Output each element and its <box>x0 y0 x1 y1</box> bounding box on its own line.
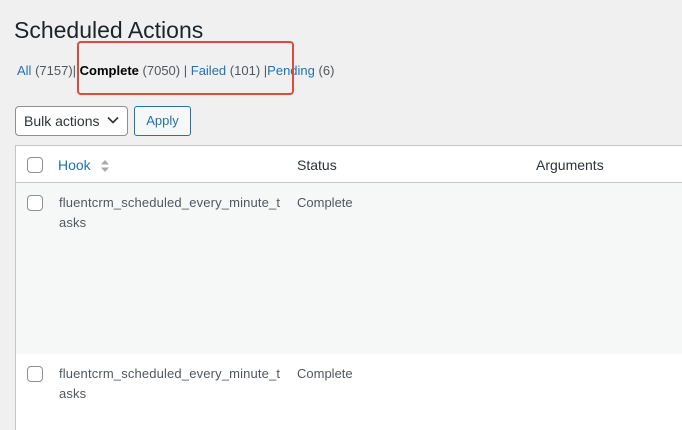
row-hook[interactable]: fluentcrm_scheduled_every_minute_tasks <box>59 364 284 404</box>
row-checkbox[interactable] <box>27 366 43 382</box>
row-checkbox[interactable] <box>27 195 43 211</box>
status-filter-links: All (7157)| Complete (7050) | Failed (10… <box>17 62 334 80</box>
table-row: fluentcrm_scheduled_every_minute_tasks C… <box>16 354 682 430</box>
filter-all-link[interactable]: All <box>17 63 31 78</box>
filter-separator: | <box>72 63 77 78</box>
apply-button[interactable]: Apply <box>134 106 191 136</box>
bulk-actions-select[interactable]: Bulk actions <box>15 106 128 136</box>
filter-complete-link[interactable]: Complete <box>80 63 139 78</box>
chevron-down-icon <box>107 116 119 124</box>
table-header: Hook Status Arguments <box>16 146 682 183</box>
filter-pending-count: (6) <box>318 63 335 78</box>
sort-icon <box>100 160 109 173</box>
column-header-hook-label: Hook <box>58 157 91 173</box>
column-header-status: Status <box>297 157 337 173</box>
row-status: Complete <box>297 195 353 210</box>
column-header-arguments: Arguments <box>536 157 604 173</box>
table-row: fluentcrm_scheduled_every_minute_tasks C… <box>16 183 682 354</box>
filter-pending-link[interactable]: Pending <box>267 63 315 78</box>
filter-separator: | <box>183 63 188 78</box>
row-hook[interactable]: fluentcrm_scheduled_every_minute_tasks <box>59 193 284 233</box>
filter-failed-count: (101) <box>229 63 261 78</box>
filter-all-count: (7157) <box>35 63 73 78</box>
column-header-hook[interactable]: Hook <box>58 156 110 174</box>
page-title: Scheduled Actions <box>14 17 204 43</box>
scheduled-actions-table: Hook Status Arguments fluentcrm_schedule… <box>15 145 682 430</box>
bulk-actions-label: Bulk actions <box>24 113 100 129</box>
row-status: Complete <box>297 366 353 381</box>
filter-complete-count: (7050) <box>142 63 181 78</box>
filter-failed-link[interactable]: Failed <box>191 63 226 78</box>
select-all-checkbox[interactable] <box>27 157 43 173</box>
